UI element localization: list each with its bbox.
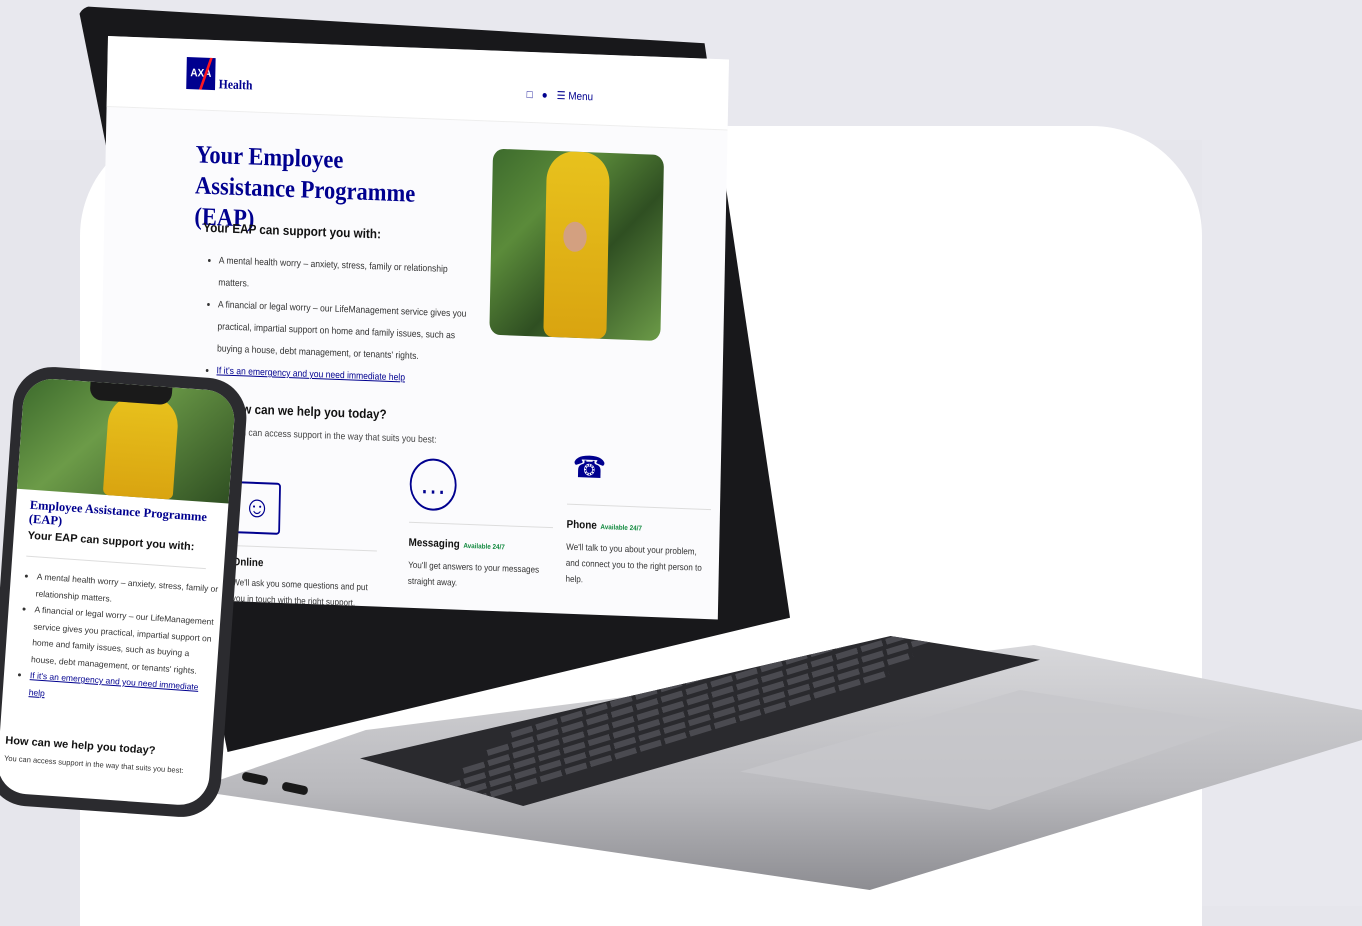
emergency-link[interactable]: If it's an emergency and you need immedi… — [216, 365, 405, 383]
calendar-icon[interactable]: □ — [527, 88, 533, 100]
person-icon[interactable]: ● — [542, 89, 548, 101]
help-subtext: You can access support in the way that s… — [3, 753, 184, 776]
mobile-phone: Employee Assistance Programme (EAP) Your… — [0, 364, 250, 820]
help-heading: How can we help you today? — [226, 400, 387, 422]
option-card-online[interactable]: ☺ Online We'll ask you some questions an… — [232, 481, 379, 611]
menu-button[interactable]: ☰ Menu — [557, 89, 594, 103]
list-item: A financial or legal worry – our LifeMan… — [217, 294, 470, 370]
background-right-panel — [1202, 126, 1362, 906]
header-actions: □ ● ☰ Menu — [527, 88, 594, 103]
list-item: A financial or legal worry – our LifeMan… — [31, 601, 217, 680]
option-name: Phone — [566, 518, 597, 532]
phone-screen: Employee Assistance Programme (EAP) Your… — [0, 377, 237, 807]
availability-badge: Available 24/7 — [600, 523, 642, 533]
availability-badge: Available 24/7 — [463, 542, 505, 552]
support-list: A mental health worry – anxiety, stress,… — [206, 250, 471, 392]
option-description: We'll talk to you about your problem, an… — [565, 541, 702, 585]
brand-name: Health — [218, 76, 253, 93]
help-subtext: You can access support in the way that s… — [231, 426, 437, 446]
menu-label: Menu — [568, 90, 594, 104]
chat-bubble-icon: … — [409, 457, 458, 512]
option-card-messaging[interactable]: … Messaging Available 24/7 You'll get ans… — [407, 457, 555, 594]
option-name: Messaging — [408, 536, 460, 551]
divider — [26, 555, 206, 570]
divider — [566, 503, 711, 511]
yellow-raincoat-shape — [102, 393, 180, 500]
phone-icon: ☎ — [572, 450, 607, 486]
option-description: You'll get answers to your messages stra… — [407, 559, 540, 588]
divider — [232, 545, 377, 552]
option-name: Online — [232, 556, 264, 570]
support-list: A mental health worry – anxiety, stress,… — [16, 568, 219, 713]
divider — [409, 521, 554, 529]
hero-photo — [489, 148, 665, 342]
option-card-phone[interactable]: ☎ Phone Available 24/7 We'll talk to you … — [565, 444, 712, 592]
axa-logo[interactable]: AXA — [186, 56, 216, 91]
hamburger-icon: ☰ — [556, 89, 566, 103]
